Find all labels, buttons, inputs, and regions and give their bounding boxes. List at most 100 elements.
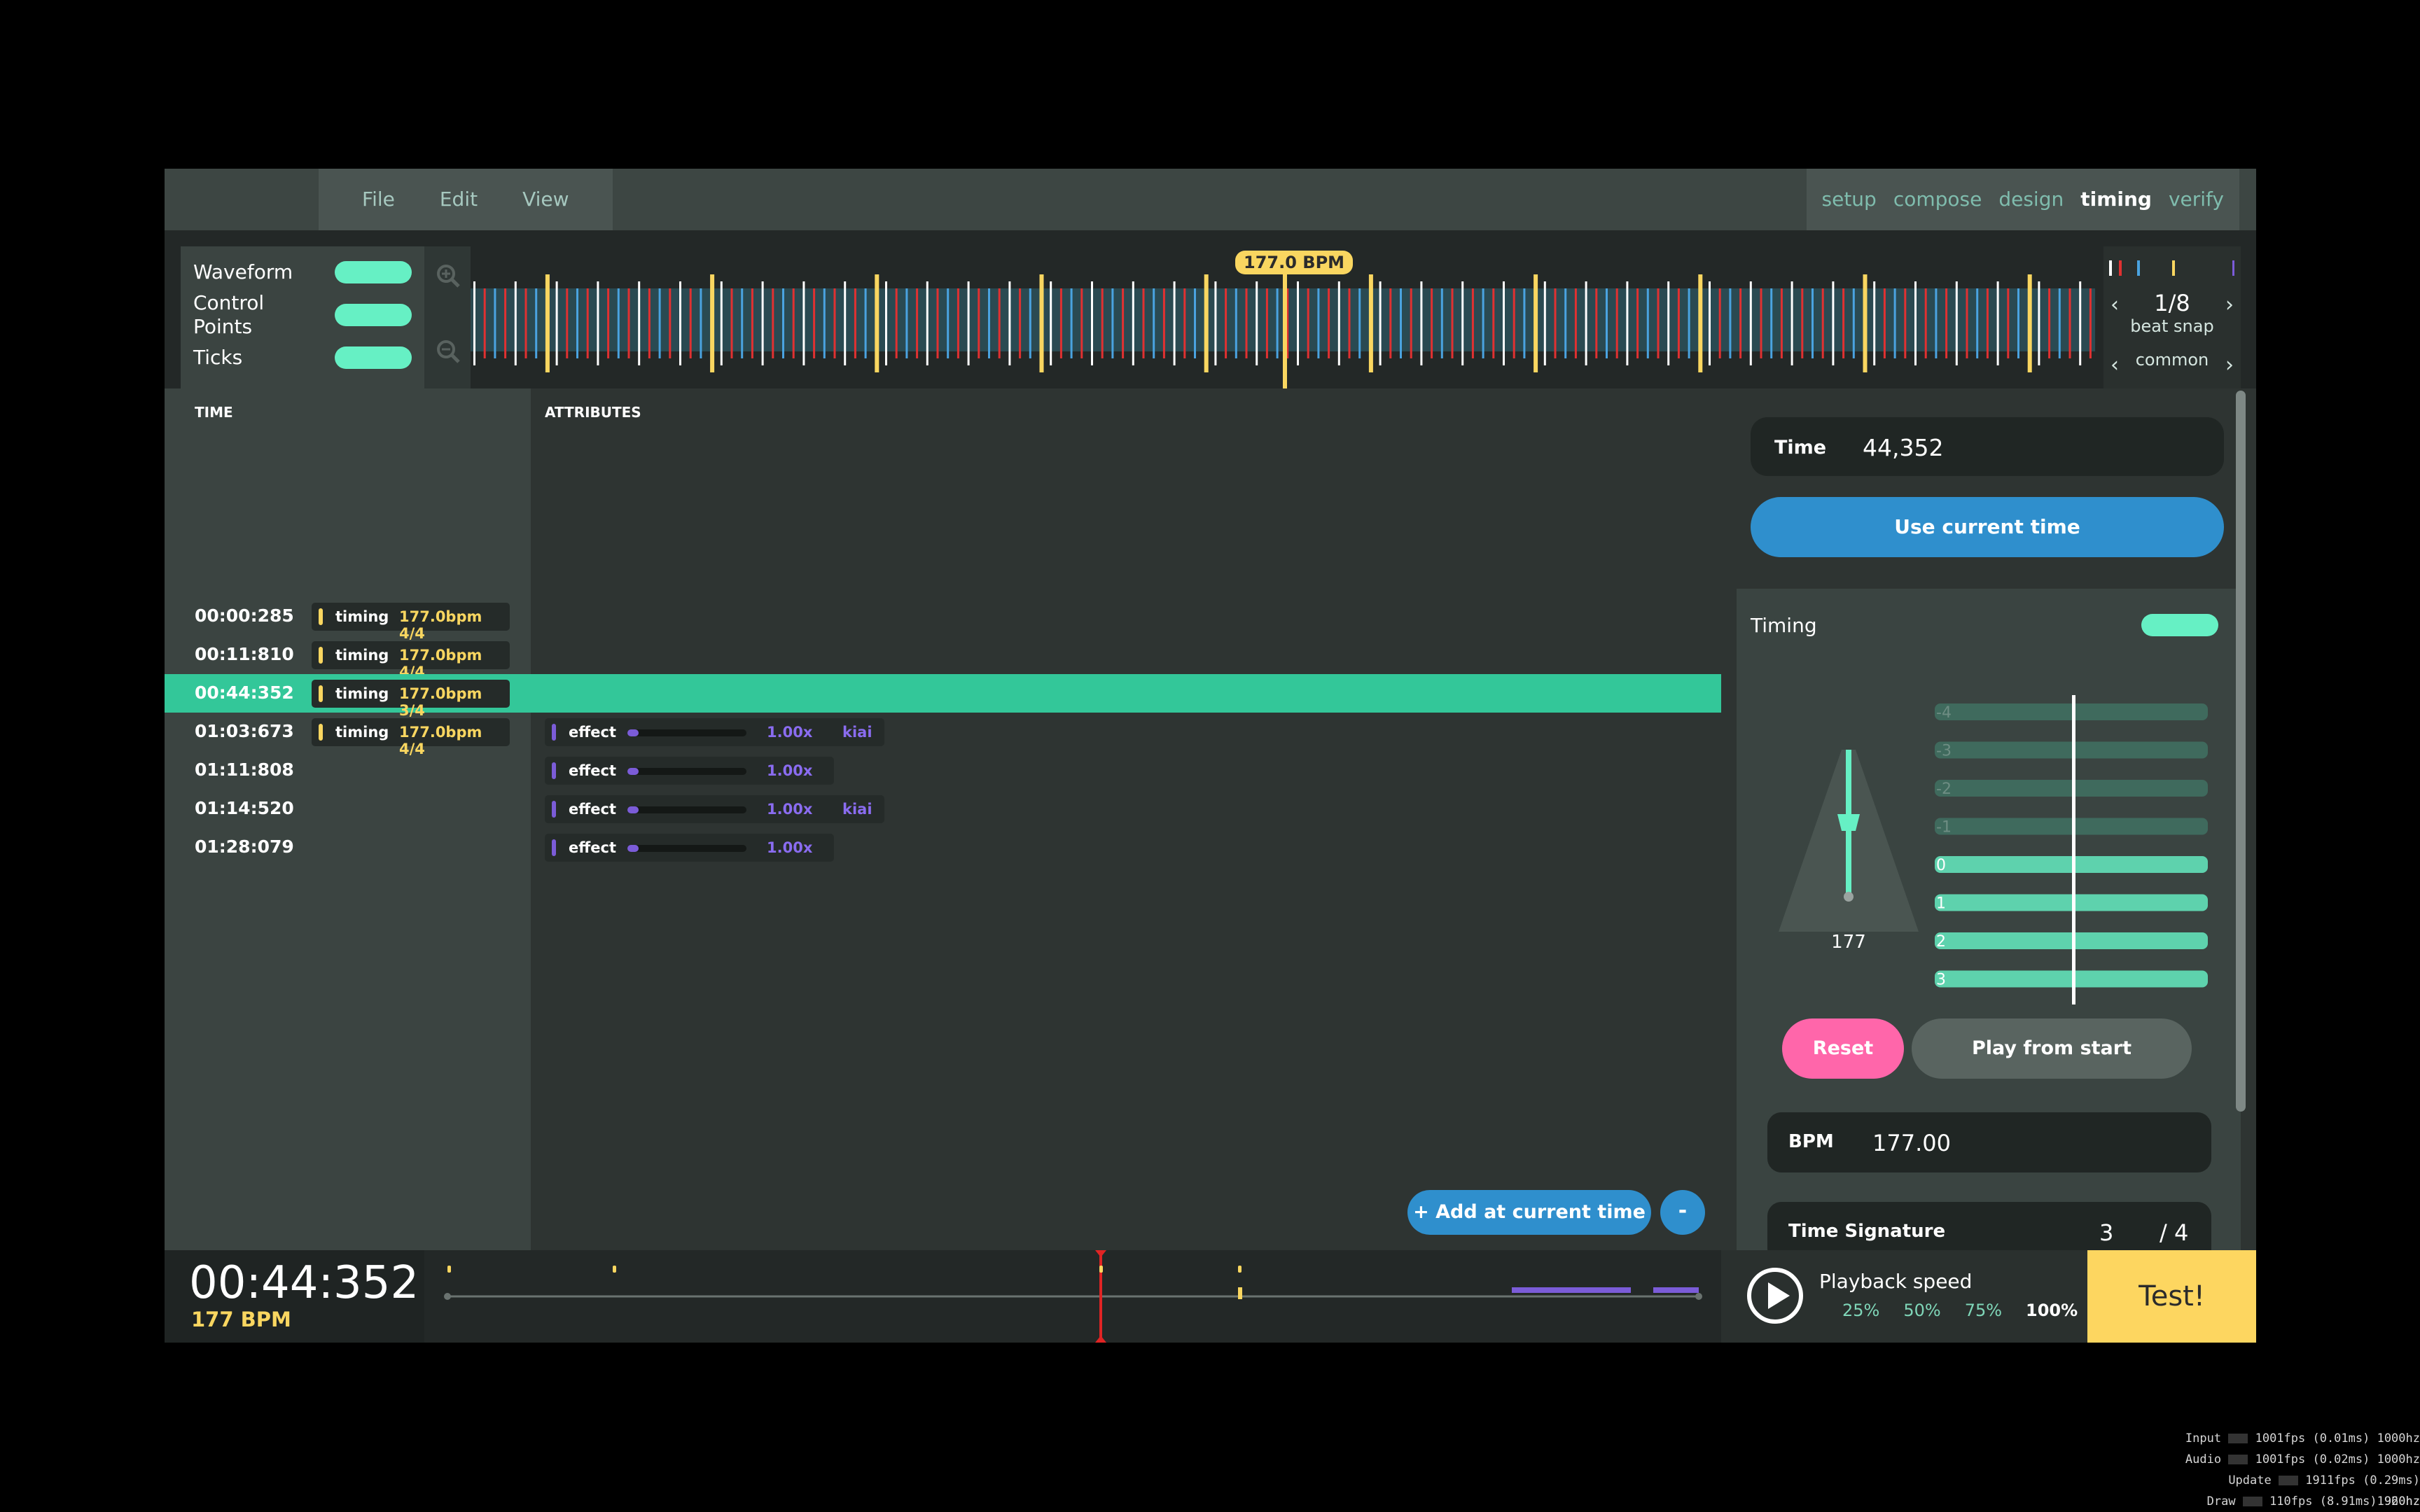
menu-file[interactable]: File [340,169,417,230]
kiai-label: kiai [842,724,872,741]
fps-graph [2278,1476,2298,1485]
effect-group-badge[interactable]: effect 1.00x kiai [545,718,884,746]
tab-timing[interactable]: timing [2072,169,2160,230]
control-point-row[interactable]: 00:11:810 timing 177.0bpm 4/4 [165,636,1721,680]
zoom-out-icon[interactable] [436,340,460,363]
timing-group-badge[interactable]: timing 177.0bpm 4/4 [312,603,510,642]
use-current-time-button[interactable]: Use current time [1751,497,2224,557]
beat-tick [1101,288,1104,358]
fps-text: 1001fps (0.02ms) 1000hz [2255,1452,2420,1466]
tab-compose[interactable]: compose [1885,169,1991,230]
timing-group-badge[interactable]: timing 177.0bpm 4/4 [312,641,510,680]
control-point-row[interactable]: 01:14:520 effect 1.00x kiai [165,790,1721,828]
beat-tick [720,281,723,365]
overview-timeline[interactable] [424,1250,1721,1343]
preset-prev-icon[interactable]: ‹ [2110,353,2119,377]
effect-group-badge[interactable]: effect 1.00x [545,834,834,862]
snap-prev-icon[interactable]: ‹ [2110,293,2119,317]
beat-tick [1760,288,1762,358]
beat-tick [1585,281,1587,365]
timing-group-badge[interactable]: timing 177.0bpm 3/4 [312,680,510,719]
beat-tick [1451,288,1454,358]
control-point-row[interactable]: 01:11:808 effect 1.00x [165,751,1721,790]
scroll-speed-slider[interactable] [627,729,746,736]
beat-tick [1739,288,1742,358]
menu-view[interactable]: View [500,169,591,230]
current-bpm: 177 BPM [191,1308,291,1331]
control-point-row[interactable]: 01:03:673 timing 177.0bpm 4/4 effect 1.0… [165,713,1721,757]
remove-control-point-button[interactable]: - [1660,1190,1705,1235]
speed-75[interactable]: 75% [1965,1301,2002,1320]
zoom-in-icon[interactable] [436,264,460,288]
slider-fill [627,729,639,736]
time-signature-field[interactable]: Time Signature 3 / 4 [1767,1202,2211,1250]
beat-tick [1008,281,1011,365]
time-signature-label: Time Signature [1788,1221,1946,1242]
add-at-current-time-button[interactable]: + Add at current time [1407,1190,1651,1235]
beat-label: 0 [1936,857,1946,874]
speed-25[interactable]: 25% [1842,1301,1879,1320]
beat-tick [1492,288,1495,358]
beat-tick [1080,288,1083,358]
time-signature-numerator[interactable]: 3 [2099,1219,2113,1246]
waveform-timeline[interactable]: 177.0 BPM [471,246,2095,388]
ticks-toggle[interactable] [335,346,412,369]
beat-waveform-band [1935,780,2208,797]
beat-tick [1626,281,1629,365]
tab-verify[interactable]: verify [2160,169,2232,230]
beat-tick [2017,288,2019,358]
beat-waveform-band [1935,894,2208,911]
bpm-marker[interactable]: 177.0 BPM [1235,251,1354,274]
bpm-field[interactable]: BPM 177.00 [1767,1112,2211,1172]
beat-label: 1 [1936,895,1946,913]
beat-tick [730,288,733,358]
effect-group-badge[interactable]: effect 1.00x [545,757,834,785]
waveform-toggle[interactable] [335,261,412,284]
timing-group-badge[interactable]: timing 177.0bpm 4/4 [312,718,510,757]
snap-next-icon[interactable]: › [2225,293,2234,317]
beat-tick [1070,288,1073,358]
beat-tick [1677,288,1680,358]
reset-button[interactable]: Reset [1782,1018,1904,1079]
scroll-speed-slider[interactable] [627,768,746,775]
fps-row-audio: Audio 1001fps (0.02ms) 1000hz [2185,1449,2420,1470]
scroll-speed-slider[interactable] [627,845,746,852]
beat-label: -3 [1936,743,1952,760]
attributes-column-header: ATTRIBUTES [545,404,641,421]
play-icon[interactable] [1746,1267,1804,1324]
beat-tick [1770,288,1773,358]
speed-100[interactable]: 100% [2026,1301,2078,1320]
effect-group-badge[interactable]: effect 1.00x kiai [545,795,884,823]
tab-design[interactable]: design [1990,169,2072,230]
test-button[interactable]: Test! [2087,1250,2256,1343]
control-points-toggle[interactable] [335,304,412,326]
preset-next-icon[interactable]: › [2225,353,2234,377]
beat-snap-ticks [2109,260,2234,276]
panel-scrollbar[interactable] [2236,391,2246,1112]
tab-setup[interactable]: setup [1814,169,1885,230]
control-point-row[interactable]: 01:28:079 effect 1.00x [165,828,1721,867]
speed-50[interactable]: 50% [1903,1301,1940,1320]
time-field-value[interactable]: 44,352 [1863,434,1943,461]
time-field[interactable]: Time 44,352 [1751,417,2224,476]
overview-marks [444,1250,1702,1343]
beat-tick [2058,288,2061,358]
control-point-row[interactable]: 00:00:285 timing 177.0bpm 4/4 [165,597,1721,642]
beat-tick [1821,288,1824,358]
play-from-start-button[interactable]: Play from start [1912,1018,2192,1079]
beat-tick [1574,288,1577,358]
beat-tick [936,288,939,358]
time-field-label: Time [1774,437,1827,458]
menu-edit[interactable]: Edit [417,169,500,230]
bpm-field-value[interactable]: 177.00 [1872,1130,1951,1156]
beat-tick [1431,288,1433,358]
control-point-row-selected[interactable]: 00:44:352 timing 177.0bpm 3/4 [165,674,1721,719]
timing-section-toggle[interactable] [2141,614,2218,636]
timing-section-title: Timing [1751,614,1817,637]
beat-tick [833,288,836,358]
current-time-clock[interactable]: 00:44:352 [189,1257,419,1309]
group-type: timing [335,608,389,625]
metronome-bpm: 177 [1831,932,1866,953]
scroll-speed-slider[interactable] [627,806,746,813]
fps-row-update: Update 1911fps (0.29ms) 1920hz [2185,1470,2420,1508]
